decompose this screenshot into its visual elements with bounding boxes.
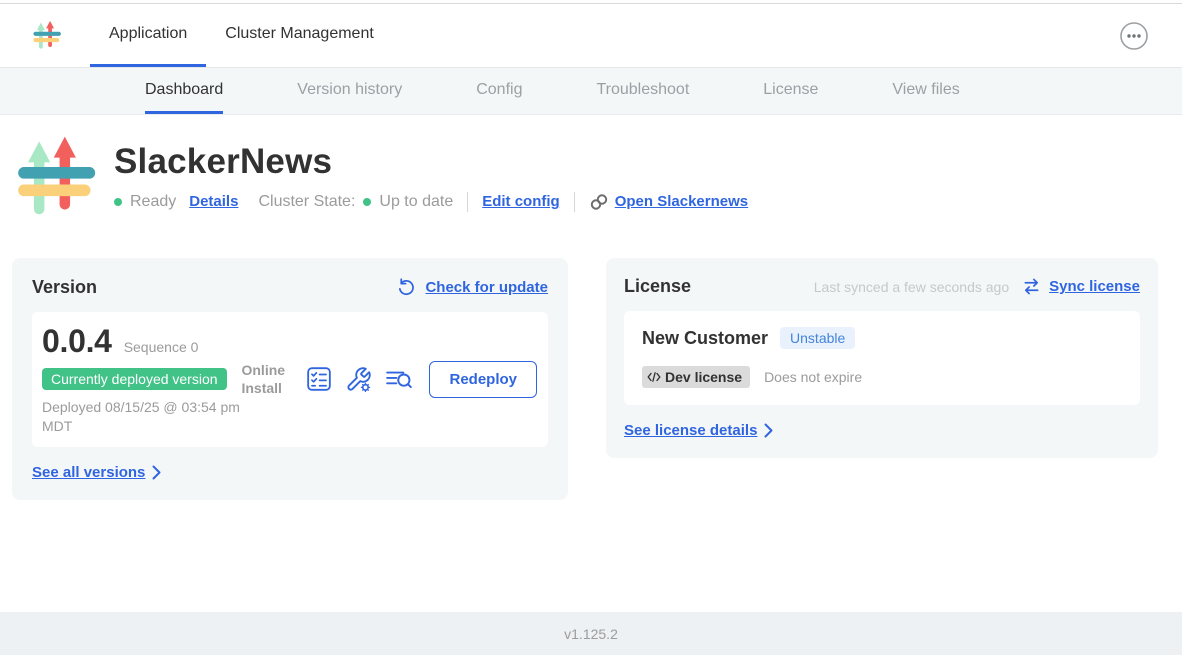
version-card-title: Version xyxy=(32,277,97,298)
refresh-icon xyxy=(396,277,417,298)
subnav-config-label: Config xyxy=(476,81,522,99)
see-license-details-label: See license details xyxy=(624,422,757,439)
redeploy-button[interactable]: Redeploy xyxy=(429,361,537,398)
license-type-label: Dev license xyxy=(665,369,742,385)
version-card: Version Check for update 0.0.4 Sequence … xyxy=(12,258,568,500)
app-status-dot-icon xyxy=(114,198,122,206)
last-synced-text: Last synced a few seconds ago xyxy=(814,279,1009,295)
subnav-version-history[interactable]: Version history xyxy=(297,68,402,114)
config-wrench-icon[interactable] xyxy=(345,366,372,393)
overflow-menu-button[interactable] xyxy=(1119,21,1149,51)
app-hero: SlackerNews Ready Details Cluster State:… xyxy=(17,134,748,221)
details-link[interactable]: Details xyxy=(189,193,238,210)
deployed-timestamp: Deployed 08/15/25 @ 03:54 pm MDT xyxy=(42,398,241,436)
app-status-text: Ready xyxy=(130,193,176,211)
version-number: 0.0.4 xyxy=(42,323,112,360)
see-license-details-link[interactable]: See license details xyxy=(624,422,773,439)
tab-cluster-management-label: Cluster Management xyxy=(225,25,374,43)
app-footer: v1.125.2 xyxy=(0,612,1182,655)
dashboard-cards: Version Check for update 0.0.4 Sequence … xyxy=(12,258,1158,500)
chain-link-icon xyxy=(589,193,609,211)
cluster-state-label: Cluster State: xyxy=(258,193,355,211)
subnav-dashboard[interactable]: Dashboard xyxy=(145,68,223,114)
install-type-label: Online Install xyxy=(241,361,293,397)
tab-application[interactable]: Application xyxy=(90,4,206,67)
console-version-text: v1.125.2 xyxy=(564,626,618,642)
sync-license-link[interactable]: Sync license xyxy=(1049,278,1140,295)
current-version-panel: 0.0.4 Sequence 0 Currently deployed vers… xyxy=(32,312,548,447)
divider xyxy=(467,192,468,212)
license-card-title: License xyxy=(624,276,691,297)
subnav-license-label: License xyxy=(763,81,818,99)
subnav-config[interactable]: Config xyxy=(476,68,522,114)
customer-name: New Customer xyxy=(642,328,768,349)
edit-config-link[interactable]: Edit config xyxy=(482,193,560,210)
app-logo-large-icon xyxy=(17,134,101,221)
sync-arrows-icon xyxy=(1022,278,1041,295)
subnav-license[interactable]: License xyxy=(763,68,818,114)
subnav-troubleshoot-label: Troubleshoot xyxy=(596,81,689,99)
subnav-troubleshoot[interactable]: Troubleshoot xyxy=(596,68,689,114)
app-subnav: Dashboard Version history Config Trouble… xyxy=(0,67,1182,115)
ellipsis-circle-icon xyxy=(1119,21,1149,51)
subnav-version-history-label: Version history xyxy=(297,81,402,99)
divider xyxy=(574,192,575,212)
tab-application-label: Application xyxy=(109,25,187,43)
subnav-dashboard-label: Dashboard xyxy=(145,81,223,99)
open-app-link-label: Open Slackernews xyxy=(615,193,748,210)
license-card: License Last synced a few seconds ago Sy… xyxy=(606,258,1158,458)
view-files-diff-icon[interactable] xyxy=(385,366,413,392)
chevron-right-icon xyxy=(152,465,161,480)
license-expiry-text: Does not expire xyxy=(764,369,862,385)
check-for-update-link[interactable]: Check for update xyxy=(425,279,548,296)
open-app-link[interactable]: Open Slackernews xyxy=(589,193,748,211)
cluster-state-text: Up to date xyxy=(379,193,453,211)
app-status-row: Ready Details Cluster State: Up to date … xyxy=(114,192,748,212)
subnav-view-files-label: View files xyxy=(892,81,959,99)
subnav-view-files[interactable]: View files xyxy=(892,68,959,114)
tab-cluster-management[interactable]: Cluster Management xyxy=(206,4,393,67)
deployed-status-badge: Currently deployed version xyxy=(42,368,227,390)
preflight-checks-icon[interactable] xyxy=(306,366,332,392)
code-icon xyxy=(647,371,661,383)
primary-nav: Application Cluster Management xyxy=(90,4,393,67)
cluster-state-dot-icon xyxy=(363,198,371,206)
see-all-versions-link[interactable]: See all versions xyxy=(32,464,161,481)
see-all-versions-label: See all versions xyxy=(32,464,145,481)
license-type-badge: Dev license xyxy=(642,366,750,388)
page-title: SlackerNews xyxy=(114,143,748,181)
app-logo-icon xyxy=(33,20,63,51)
top-header: Application Cluster Management xyxy=(0,4,1182,67)
sequence-label: Sequence 0 xyxy=(124,339,199,355)
chevron-right-icon xyxy=(764,423,773,438)
channel-badge: Unstable xyxy=(780,327,855,349)
license-panel: New Customer Unstable Dev license Does n… xyxy=(624,311,1140,405)
